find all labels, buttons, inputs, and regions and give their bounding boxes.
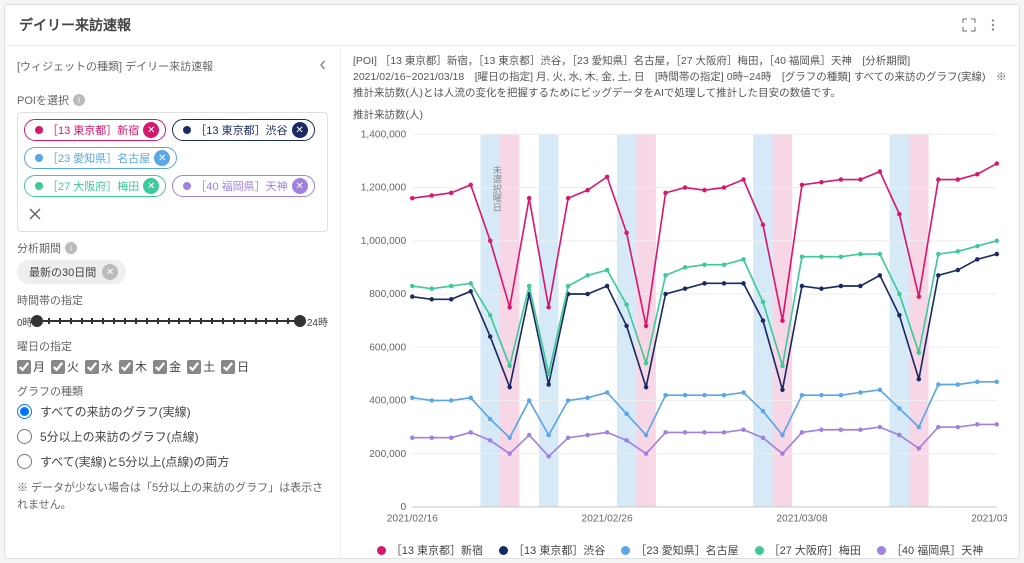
close-icon[interactable]: ✕: [143, 122, 159, 138]
day-checkbox[interactable]: 月: [17, 358, 45, 375]
time-slider[interactable]: 0時 24時: [17, 312, 328, 330]
widget-type-label: [ウィジェットの種類] デイリー来訪速報: [17, 58, 213, 74]
svg-text:800,000: 800,000: [369, 289, 406, 300]
legend-item[interactable]: ［40 福岡県］天神: [877, 542, 983, 558]
legend-item[interactable]: ［13 東京都］渋谷: [499, 542, 605, 558]
graph-type-option[interactable]: 5分以上の来訪のグラフ(点線): [17, 428, 328, 445]
legend-item[interactable]: ［27 大阪府］梅田: [755, 542, 861, 558]
svg-text:0: 0: [400, 502, 406, 513]
chart-description: [POI] ［13 東京都］新宿，［13 東京都］渋谷，［23 愛知県］名古屋，…: [353, 54, 1007, 101]
svg-text:600,000: 600,000: [369, 343, 406, 354]
poi-chip[interactable]: ［27 大阪府］梅田✕: [24, 175, 166, 197]
slider-knob-left[interactable]: [31, 315, 43, 327]
day-checkbox[interactable]: 土: [187, 358, 215, 375]
day-checkbox[interactable]: 金: [153, 358, 181, 375]
graph-type-option[interactable]: すべて(実線)と5分以上(点線)の両方: [17, 453, 328, 470]
close-icon[interactable]: ✕: [143, 178, 159, 194]
poi-chip[interactable]: ［40 福岡県］天神✕: [172, 175, 314, 197]
legend-item[interactable]: ［13 東京都］新宿: [377, 542, 483, 558]
poi-chip[interactable]: ［13 東京都］渋谷✕: [172, 119, 314, 141]
day-checkbox[interactable]: 火: [51, 358, 79, 375]
time-label: 時間帯の指定: [17, 292, 83, 308]
period-label: 分析期間: [17, 240, 61, 256]
legend-item[interactable]: ［23 愛知県］名古屋: [621, 542, 738, 558]
day-checkboxes: 月火水木金土日: [17, 358, 328, 375]
slider-knob-right[interactable]: [294, 315, 306, 327]
poi-label: POIを選択: [17, 92, 69, 108]
close-icon[interactable]: ✕: [292, 122, 308, 138]
dow-label: 曜日の指定: [17, 338, 72, 354]
svg-text:200,000: 200,000: [369, 449, 406, 460]
svg-text:1,200,000: 1,200,000: [361, 183, 407, 194]
graph-type-label: グラフの種類: [17, 383, 83, 399]
poi-chip[interactable]: ［13 東京都］新宿✕: [24, 119, 166, 141]
graph-type-radios: すべての来訪のグラフ(実線) 5分以上の来訪のグラフ(点線) すべて(実線)と5分以…: [17, 403, 328, 470]
svg-text:2021/03/18: 2021/03/18: [971, 514, 1007, 525]
poi-chip[interactable]: ［23 愛知県］名古屋✕: [24, 147, 177, 169]
close-icon[interactable]: ✕: [154, 150, 170, 166]
period-value: 最新の30日間: [29, 264, 96, 280]
fullscreen-icon[interactable]: [957, 13, 981, 37]
period-pill[interactable]: 最新の30日間 ✕: [17, 260, 126, 284]
info-icon[interactable]: i: [65, 242, 77, 254]
chevron-left-icon: [318, 60, 328, 73]
info-icon[interactable]: i: [73, 94, 85, 106]
close-icon[interactable]: ✕: [292, 178, 308, 194]
graph-note: ※ データが少ない場合は「5分以上の来訪のグラフ」は表示されません。: [17, 480, 328, 513]
svg-text:400,000: 400,000: [369, 396, 406, 407]
svg-text:2021/02/26: 2021/02/26: [582, 514, 633, 525]
svg-text:2021/03/08: 2021/03/08: [776, 514, 827, 525]
chart-legend: ［13 東京都］新宿 ［13 東京都］渋谷 ［23 愛知県］名古屋 ［27 大阪府］梅…: [353, 536, 1007, 558]
y-axis-title: 推計来訪数(人): [353, 107, 1007, 122]
clear-all-icon[interactable]: [24, 203, 46, 225]
svg-text:1,400,000: 1,400,000: [361, 130, 407, 141]
day-checkbox[interactable]: 日: [221, 358, 249, 375]
day-checkbox[interactable]: 水: [85, 358, 113, 375]
more-icon[interactable]: [981, 13, 1005, 37]
day-checkbox[interactable]: 木: [119, 358, 147, 375]
graph-type-option[interactable]: すべての来訪のグラフ(実線): [17, 403, 328, 420]
poi-chip-container: ［13 東京都］新宿✕ ［13 東京都］渋谷✕ ［23 愛知県］名古屋✕ ［27 大阪…: [17, 112, 328, 232]
line-chart: 0 200,000 400,000 600,000 800,000 1,000,000 1,…: [353, 124, 1007, 536]
close-icon[interactable]: ✕: [102, 264, 118, 280]
svg-text:2021/02/16: 2021/02/16: [387, 514, 438, 525]
sidebar: [ウィジェットの種類] デイリー来訪速報 POIを選択 i ［13 東京都］新宿✕…: [5, 46, 341, 558]
page-title: デイリー来訪速報: [19, 15, 957, 35]
svg-text:1,000,000: 1,000,000: [361, 236, 407, 247]
svg-text:未選択曜日: 未選択曜日: [491, 165, 502, 212]
widget-type-row[interactable]: [ウィジェットの種類] デイリー来訪速報: [17, 54, 328, 84]
time-to: 24時: [307, 314, 328, 329]
